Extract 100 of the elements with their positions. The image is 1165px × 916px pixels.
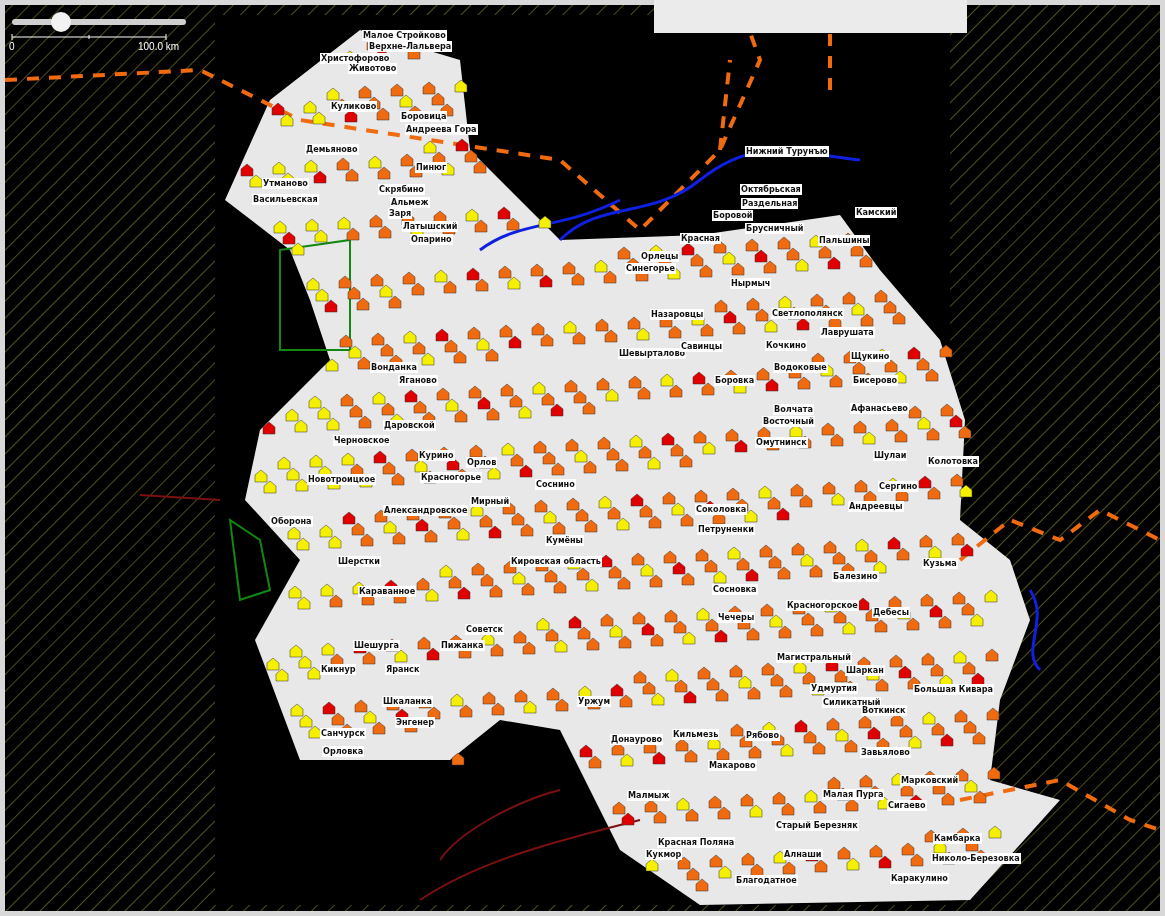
place-label: Кочкино [765, 340, 808, 351]
place-label: Удмуртия [810, 683, 859, 694]
place-label: Восточный [762, 416, 815, 427]
place-label: Малмыж [627, 790, 671, 801]
zoom-slider[interactable] [12, 12, 186, 32]
place-label: Малое Стройково [362, 30, 447, 41]
scale-bar-icon [11, 33, 167, 41]
place-label: Уржум [577, 696, 611, 707]
place-label: Бисерово [852, 375, 899, 386]
place-label: Каракулино [890, 873, 949, 884]
place-label: Вонданка [370, 362, 418, 373]
place-label: Чечеры [717, 612, 756, 623]
place-label: Благодатное [735, 875, 798, 886]
place-label: Караванное [358, 586, 417, 597]
place-label: Пижанка [440, 640, 485, 651]
place-label: Шаркан [845, 665, 885, 676]
place-label: Сигаево [887, 800, 927, 811]
place-label: Светлополянск [771, 308, 844, 319]
place-label: Пинюг [415, 162, 448, 173]
place-label: Николо-Березовка [931, 853, 1021, 864]
place-label: Александровское [383, 505, 469, 516]
place-label: Щукино [850, 351, 891, 362]
place-label: Даровской [383, 420, 436, 431]
place-label: Андреева Гора [405, 124, 478, 135]
place-label: Шкаланка [382, 696, 433, 707]
place-label: Савинцы [680, 341, 724, 352]
place-label: Старый Березняк [775, 820, 859, 831]
place-label: Альмеж [390, 197, 430, 208]
place-label: Советск [465, 624, 505, 635]
place-label: Камбарка [933, 833, 982, 844]
place-label: Марковский [900, 775, 960, 786]
place-label: Кумёны [545, 535, 584, 546]
place-label: Скрябино [378, 184, 425, 195]
place-label: Соколовка [695, 504, 748, 515]
place-label: Дебесы [872, 607, 910, 618]
place-label: Андреевцы [848, 501, 904, 512]
place-label: Воткинск [861, 705, 907, 716]
place-label: Кузьма [922, 558, 958, 569]
place-label: Орловка [322, 746, 365, 757]
place-label: Синегорье [625, 263, 676, 274]
place-label: Камский [855, 207, 898, 218]
scale-label: 0 [9, 41, 15, 53]
place-label: Афанасьево [850, 403, 909, 414]
place-label: Шешурга [353, 640, 400, 651]
place-label: Кильмезь [672, 729, 720, 740]
place-label: Раздельная [741, 198, 799, 209]
place-label: Васильевская [252, 194, 319, 205]
place-label: Балезино [832, 571, 879, 582]
place-label: Завьялово [860, 747, 911, 758]
place-label: Петруненки [697, 524, 755, 535]
place-label: Нырмыч [730, 278, 772, 289]
place-label: Кукмор [645, 849, 683, 860]
place-label: Сергино [878, 481, 919, 492]
place-label: Большая Кивара [913, 684, 994, 695]
place-label: Демьяново [305, 144, 359, 155]
place-label: Донаурово [610, 734, 664, 745]
place-label: Алнаши [783, 849, 823, 860]
place-label: Новотроицкое [307, 474, 377, 485]
place-label: Красногорское [786, 600, 859, 611]
place-label: Животово [348, 63, 398, 74]
place-label: Красногорье [420, 472, 483, 483]
place-label: Куликово [330, 101, 378, 112]
place-label: Опарино [410, 234, 453, 245]
place-label: Нижний Турунъю [745, 146, 829, 157]
place-label: Курино [418, 450, 455, 461]
place-label: Энгенер [395, 717, 436, 728]
place-label: Яранск [385, 664, 421, 675]
place-label: Октябрьская [740, 184, 802, 195]
place-label: Малая Пурга [822, 789, 885, 800]
place-label: Кировская область [510, 556, 602, 567]
place-label: Оборона [270, 516, 313, 527]
place-label: Мирный [470, 496, 511, 507]
place-label: Сосновка [712, 584, 758, 595]
place-label: Волчата [773, 404, 814, 415]
place-label: Лаврушата [820, 327, 875, 338]
place-label: Христофорово [320, 53, 391, 64]
place-label: Черновское [333, 435, 391, 446]
place-label: Макарово [708, 760, 757, 771]
place-label: Назаровцы [650, 309, 705, 320]
place-label: Красная [680, 233, 721, 244]
place-label: Шевырталово [618, 348, 687, 359]
place-label: Омутнинск [755, 437, 808, 448]
place-label: Верхне-Лальвера [368, 41, 453, 52]
place-label: Водоковые [773, 362, 828, 373]
place-label: Орлов [466, 457, 498, 468]
place-label: Утманово [262, 178, 309, 189]
place-label: Орлецы [640, 251, 680, 262]
place-label: Заря [388, 208, 413, 219]
place-label: Рябово [745, 730, 781, 741]
scale-label: 100.0 km [138, 41, 180, 53]
place-label: Шерстки [337, 556, 381, 567]
place-label: Боровка [714, 375, 756, 386]
place-label: Шулаи [873, 450, 908, 461]
place-label: Пальшины [818, 235, 871, 246]
place-label: Боровой [712, 210, 754, 221]
place-label: Брусничный [745, 223, 805, 234]
place-label: Яганово [398, 375, 438, 386]
place-label: Санчурск [320, 728, 366, 739]
place-label: Соснино [535, 479, 576, 490]
place-label: Кикнур [320, 664, 357, 675]
